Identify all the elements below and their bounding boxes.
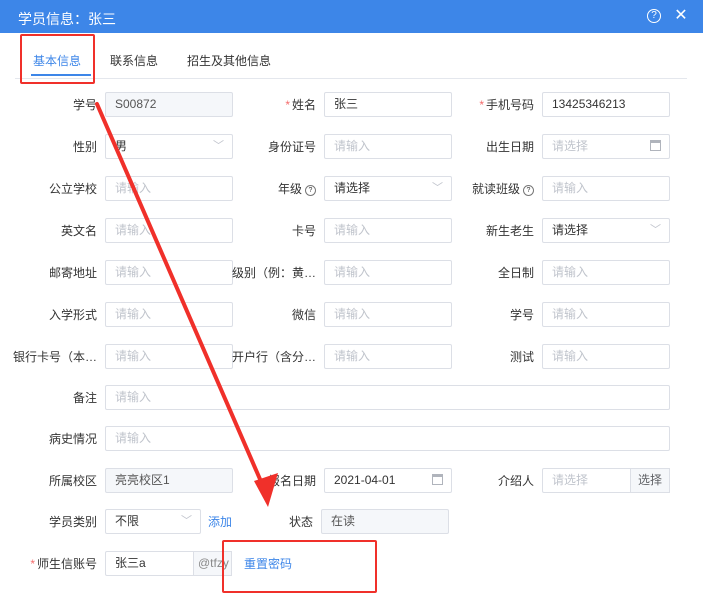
- annotation-arrow: [95, 102, 278, 507]
- student-info-dialog: 学员信息：张三 ? ✕ 基本信息 联系信息 招生及其他信息 学号 S00872 …: [0, 0, 703, 601]
